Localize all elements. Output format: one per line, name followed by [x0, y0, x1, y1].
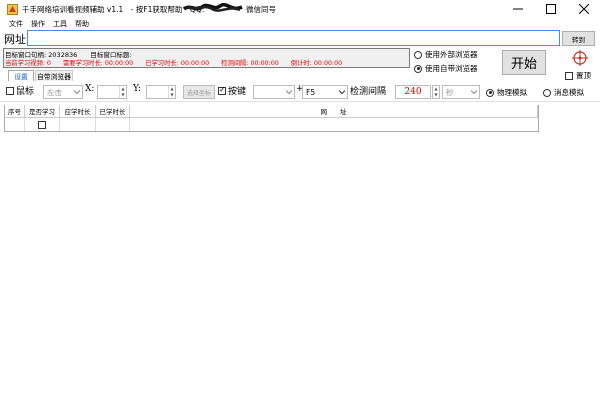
mouse-button-select[interactable]: 左击: [43, 85, 83, 99]
chevron-down-icon: [286, 90, 292, 95]
goto-button[interactable]: 转到: [562, 31, 595, 46]
key-modifier-select[interactable]: [253, 85, 295, 99]
unit-select[interactable]: 秒: [442, 85, 480, 99]
menu-item-help[interactable]: 帮助: [75, 19, 89, 29]
cell-url: [130, 118, 538, 131]
physical-sim-label: 物理模拟: [497, 88, 527, 97]
redacted-scribble: [182, 3, 244, 13]
message-sim-label: 消息模拟: [554, 88, 584, 97]
y-input[interactable]: ▲ ▼: [146, 85, 176, 99]
learn-check-box[interactable]: [38, 120, 46, 129]
topmost-checkbox[interactable]: 置顶: [565, 70, 591, 81]
external-browser-label: 使用外部浏览器: [425, 50, 478, 59]
required-time-label: 需要学习时长:: [62, 60, 103, 67]
x-label: X:: [85, 84, 95, 94]
cell-index: [5, 118, 25, 131]
key-check-box[interactable]: [218, 85, 226, 95]
required-time-value: 00:00:00: [104, 60, 134, 67]
radio-external-browser[interactable]: 使用外部浏览器: [414, 49, 478, 60]
current-video-label: 当前学习视频:: [5, 60, 45, 67]
countdown-label: 倒计时:: [290, 60, 312, 67]
mouse-check-box[interactable]: [6, 86, 14, 95]
window-title: 千手网络培训看视频辅助 v1.1 - 按F1获取帮助 QQ:: [22, 5, 205, 14]
close-button[interactable]: [567, 0, 600, 18]
countdown-value: 00:00:00: [313, 60, 343, 67]
url-input[interactable]: [27, 30, 560, 46]
y-label: Y:: [133, 84, 141, 94]
radio-circle[interactable]: [543, 88, 551, 97]
radio-builtin-browser[interactable]: 使用自带浏览器: [414, 63, 478, 74]
interval-time-value: 00:00:00: [250, 60, 279, 67]
key-select[interactable]: F5: [302, 85, 348, 99]
interval-time-label: 检测间隔:: [221, 60, 249, 67]
mouse-button-value: 左击: [47, 87, 62, 97]
crosshair-icon[interactable]: [572, 50, 588, 66]
radio-physical-sim[interactable]: 物理模拟: [486, 87, 527, 98]
interval-input[interactable]: 240: [395, 85, 431, 99]
chevron-down-icon: [471, 90, 477, 95]
learned-time-label: 已学习时长:: [145, 60, 179, 67]
tab-builtin-browser[interactable]: 自带浏览器: [35, 70, 73, 81]
spin-updown-icon[interactable]: ▲ ▼: [168, 86, 175, 98]
x-input[interactable]: ▲ ▼: [97, 85, 127, 99]
divider: [0, 101, 600, 102]
radio-circle-selected[interactable]: [414, 64, 422, 73]
chevron-down-icon: [339, 90, 345, 95]
mouse-label: 鼠标: [16, 87, 35, 97]
window-title-suffix: 微信同号: [246, 5, 276, 14]
current-video-value: 0: [46, 60, 51, 67]
column-header-index[interactable]: 序号: [5, 105, 25, 118]
topmost-check-box[interactable]: [565, 71, 573, 80]
maximize-button[interactable]: [534, 0, 567, 18]
cell-learned: [96, 118, 130, 131]
maximize-icon: [545, 4, 556, 14]
column-header-learn[interactable]: 是否学习: [25, 105, 60, 118]
cell-required: [60, 118, 96, 131]
learned-time-value: 00:00:00: [180, 60, 210, 67]
menu-bar: [0, 18, 600, 30]
column-header-required[interactable]: 应学时长: [60, 105, 96, 118]
chevron-down-icon: [74, 90, 80, 95]
minimize-button[interactable]: [501, 0, 534, 18]
tab-settings[interactable]: 设置: [8, 70, 34, 81]
column-header-learned[interactable]: 已学时长: [96, 105, 130, 118]
cell-learn[interactable]: [25, 118, 60, 131]
menu-item-tools[interactable]: 工具: [53, 19, 67, 29]
column-header-url[interactable]: 网 址: [130, 105, 538, 118]
minimize-icon: [512, 8, 523, 10]
close-icon: [578, 4, 589, 14]
mouse-checkbox[interactable]: 鼠标: [6, 84, 34, 97]
app-icon: [7, 4, 18, 15]
builtin-browser-label: 使用自带浏览器: [425, 64, 478, 73]
menu-item-file[interactable]: 文件: [9, 19, 23, 29]
radio-circle-selected[interactable]: [486, 88, 494, 97]
radio-message-sim[interactable]: 消息模拟: [543, 87, 584, 98]
interval-spin-icon[interactable]: ▲ ▼: [432, 85, 440, 99]
start-button[interactable]: 开始: [502, 50, 546, 75]
radio-circle[interactable]: [414, 50, 422, 59]
study-status-line: 当前学习视频: 0 需要学习时长: 00:00:00 已学习时长: 00:00:…: [5, 58, 342, 67]
menu-item-operation[interactable]: 操作: [31, 19, 45, 29]
key-value: F5: [306, 87, 316, 97]
unit-value: 秒: [446, 87, 454, 97]
topmost-label: 置顶: [576, 71, 591, 80]
spin-updown-icon[interactable]: ▲ ▼: [119, 86, 126, 98]
interval-label: 检测间隔: [350, 87, 387, 97]
url-label: 网址: [4, 33, 26, 46]
key-label: 按键: [228, 87, 247, 97]
select-coord-button[interactable]: 选择坐标: [183, 85, 215, 99]
key-checkbox[interactable]: 按键: [218, 84, 246, 97]
